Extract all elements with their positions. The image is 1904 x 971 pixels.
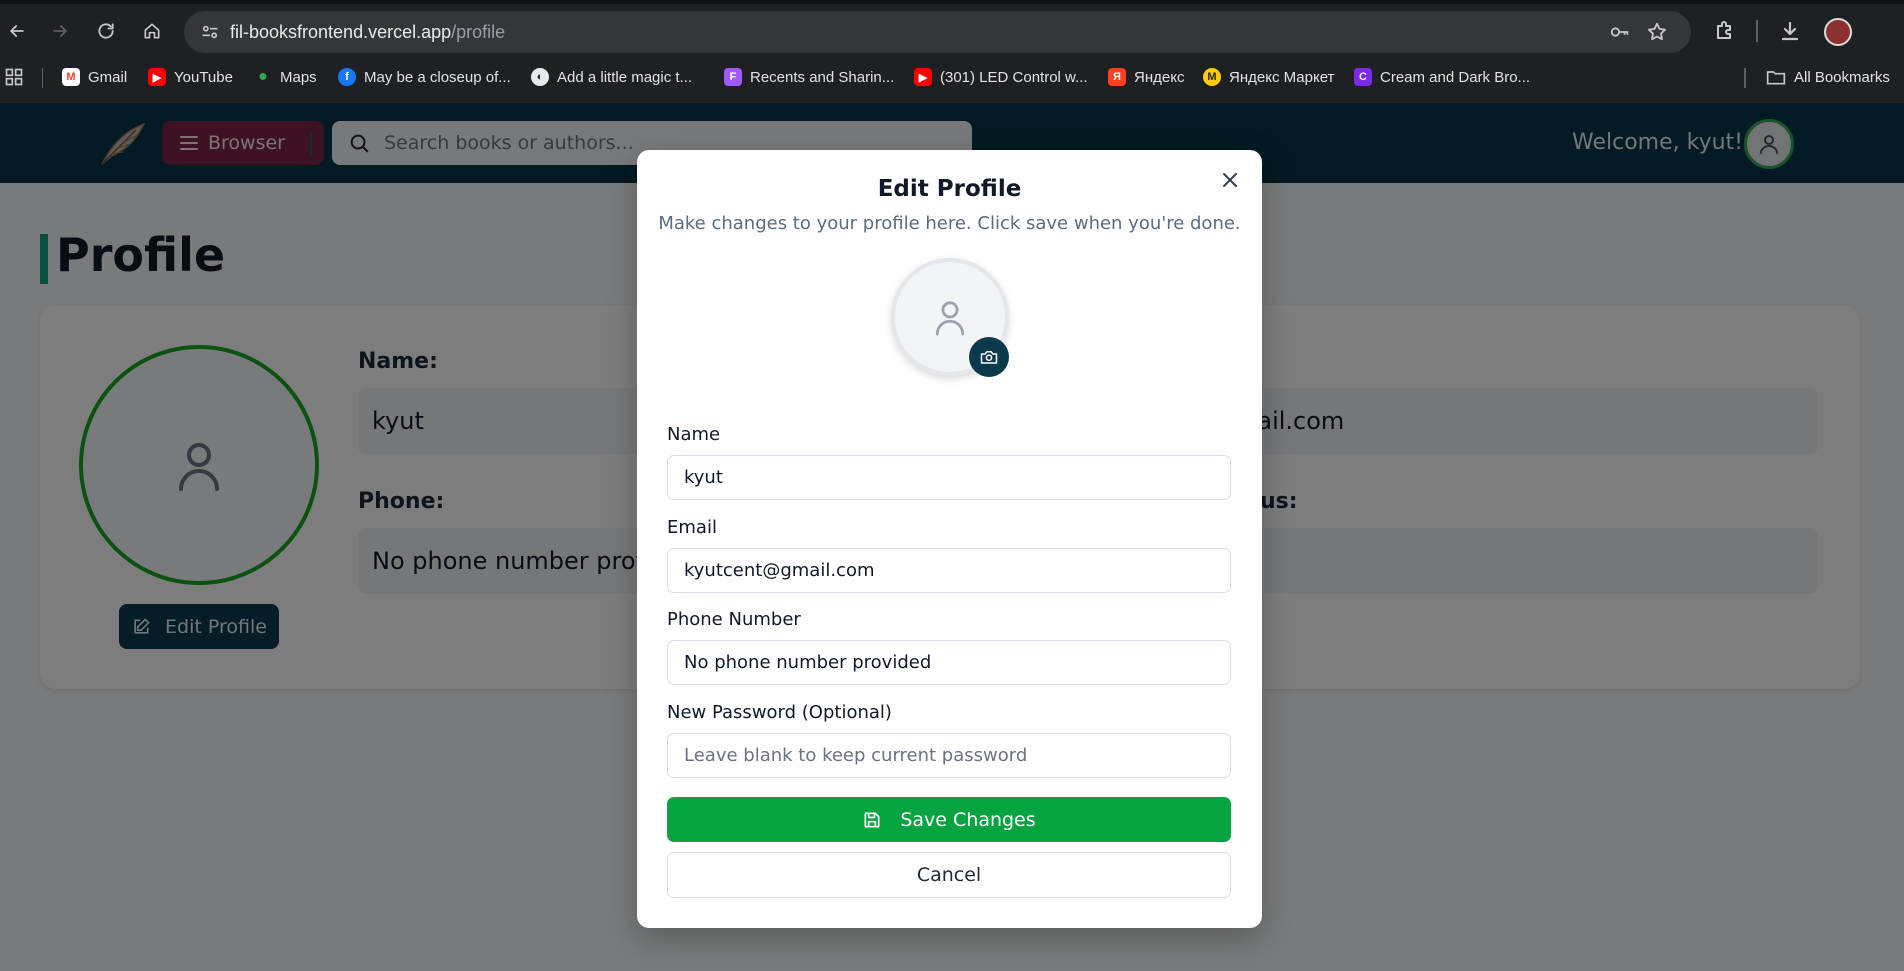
folder-icon [1766, 71, 1786, 85]
bookmark-youtube[interactable]: ▶ YouTube [148, 62, 233, 92]
bookmark-cream-brown[interactable]: C Cream and Dark Bro... [1354, 62, 1530, 92]
save-changes-button[interactable]: Save Changes [667, 797, 1231, 842]
bookmark-gmail[interactable]: M Gmail [62, 62, 127, 92]
name-label: Name [667, 424, 721, 445]
upload-photo-button[interactable] [969, 337, 1009, 377]
email-input[interactable] [667, 548, 1231, 593]
bookmark-maps[interactable]: ● Maps [254, 62, 317, 92]
yandex-market-icon: M [1203, 68, 1221, 86]
browser-profile-avatar[interactable] [1824, 18, 1852, 46]
bookmark-label: Cream and Dark Bro... [1380, 68, 1531, 86]
url-host: fil-booksfrontend.vercel.app [230, 22, 452, 42]
all-bookmarks[interactable]: All Bookmarks [1766, 62, 1890, 92]
bookmark-label: Recents and Sharin... [750, 68, 895, 86]
extensions-icon[interactable] [1712, 18, 1738, 44]
password-input[interactable] [667, 733, 1231, 778]
toolbar-divider [1756, 20, 1758, 42]
bookmark-label: May be a closeup of... [364, 68, 511, 86]
youtube-icon: ▶ [914, 68, 932, 86]
yandex-icon: Я [1108, 68, 1126, 86]
bookmarks-divider [42, 68, 43, 88]
apps-grid-icon[interactable] [4, 67, 24, 87]
password-label: New Password (Optional) [667, 702, 892, 723]
phone-label: Phone Number [667, 609, 801, 630]
youtube-icon: ▶ [148, 68, 166, 86]
bookmark-label: Gmail [88, 68, 128, 86]
bookmark-facebook[interactable]: f May be a closeup of... [338, 62, 511, 92]
bookmark-label: Maps [280, 68, 317, 86]
bookmark-label: (301) LED Control w... [940, 68, 1088, 86]
camera-icon [980, 351, 998, 364]
bookmark-star-icon[interactable] [1646, 21, 1668, 43]
forward-icon[interactable] [45, 16, 75, 46]
canva-icon: C [1354, 68, 1372, 86]
bookmark-label: Яндекс Маркет [1229, 68, 1335, 86]
bookmark-label: Яндекс [1134, 68, 1185, 86]
home-icon[interactable] [137, 16, 167, 46]
bookmark-yandex[interactable]: Я Яндекс [1108, 62, 1184, 92]
figma-icon: F [724, 68, 742, 86]
browser-chrome: fil-booksfrontend.vercel.app/profile M G… [0, 0, 1904, 103]
cancel-button[interactable]: Cancel [667, 852, 1231, 898]
site-info-icon[interactable] [200, 22, 220, 42]
all-bookmarks-label: All Bookmarks [1794, 68, 1890, 86]
user-icon [935, 301, 965, 336]
gmail-icon: M [62, 68, 80, 86]
facebook-icon: f [338, 68, 356, 86]
name-input[interactable] [667, 455, 1231, 500]
maps-icon: ● [258, 68, 268, 85]
download-icon[interactable] [1777, 18, 1803, 44]
dialog-description: Make changes to your profile here. Click… [658, 213, 1241, 234]
back-icon[interactable] [2, 16, 32, 46]
address-bar[interactable]: fil-booksfrontend.vercel.app/profile [184, 11, 1691, 53]
cancel-label: Cancel [916, 864, 982, 886]
dialog-title: Edit Profile [877, 176, 1022, 202]
bookmark-figma[interactable]: F Recents and Sharin... [724, 62, 894, 92]
email-label: Email [667, 517, 717, 538]
save-changes-label: Save Changes [900, 808, 1036, 831]
bookmark-led-control[interactable]: ▶ (301) LED Control w... [914, 62, 1088, 92]
bookmarks-bar: M Gmail ▶ YouTube ● Maps f May be a clos… [0, 62, 1904, 92]
phone-input[interactable] [667, 640, 1231, 685]
url-path: /profile [451, 22, 506, 42]
reload-icon[interactable] [91, 16, 121, 46]
bookmark-label: YouTube [174, 68, 233, 86]
tab-strip-edge [0, 0, 1904, 4]
bookmark-label: Add a little magic t... [557, 68, 693, 86]
url-text[interactable]: fil-booksfrontend.vercel.app/profile [230, 11, 505, 53]
bookmark-yandex-market[interactable]: M Яндекс Маркет [1203, 62, 1334, 92]
globe-icon: ◐ [531, 68, 549, 86]
bookmark-magic[interactable]: ◐ Add a little magic t... [531, 62, 692, 92]
bookmarks-divider [1744, 68, 1746, 88]
key-icon[interactable] [1609, 21, 1631, 43]
save-icon [864, 812, 880, 827]
